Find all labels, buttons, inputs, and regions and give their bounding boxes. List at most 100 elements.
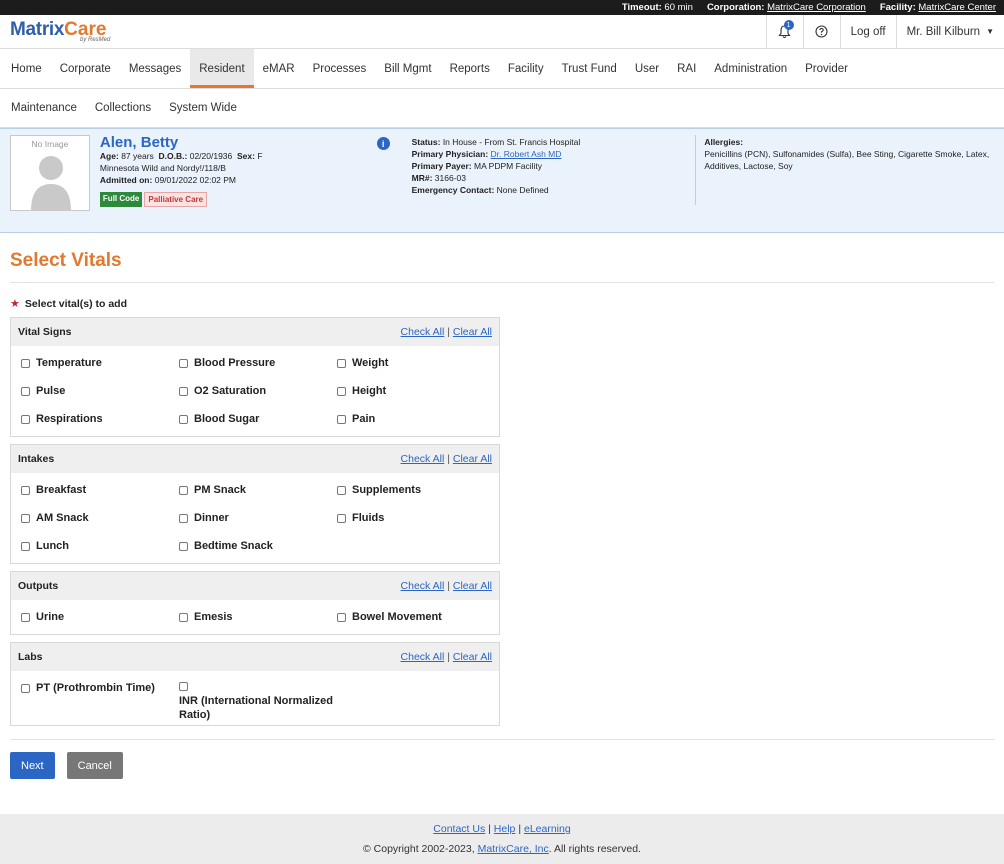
check-all-link[interactable]: Check All [401, 453, 445, 465]
checkbox-label: Temperature [36, 357, 102, 369]
checkbox-dinner[interactable]: Dinner [179, 504, 337, 532]
nav-row-primary: Home Corporate Messages Resident eMAR Process… [0, 49, 1004, 88]
checkbox-box[interactable] [337, 386, 346, 396]
checkbox-pain[interactable]: Pain [337, 405, 495, 433]
checkbox-box[interactable] [21, 541, 30, 551]
checkbox-breakfast[interactable]: Breakfast [21, 476, 179, 504]
matrixcare-logo[interactable]: MatrixCare by ResMed [0, 20, 200, 43]
nav-item-processes[interactable]: Processes [304, 49, 376, 88]
checkbox-box[interactable] [21, 386, 30, 396]
nav-item-reports[interactable]: Reports [441, 49, 499, 88]
next-button[interactable]: Next [10, 752, 55, 779]
app-header: MatrixCare by ResMed 1 Log off Mr. Bill … [0, 15, 1004, 49]
checkbox-blood-sugar[interactable]: Blood Sugar [179, 405, 337, 433]
info-icon[interactable]: i [376, 137, 390, 150]
checkbox-supplements[interactable]: Supplements [337, 476, 495, 504]
nav-item-emar[interactable]: eMAR [254, 49, 304, 88]
checkbox-height[interactable]: Height [337, 377, 495, 405]
nav-item-user[interactable]: User [626, 49, 668, 88]
checkbox-lunch[interactable]: Lunch [21, 532, 179, 560]
allergies-list: Penicillins (PCN), Sulfonamides (Sulfa),… [704, 149, 990, 171]
checkbox-box[interactable] [337, 358, 346, 368]
checkbox-pm-snack[interactable]: PM Snack [179, 476, 337, 504]
checkbox-box[interactable] [179, 414, 188, 424]
checkbox-box[interactable] [21, 414, 30, 424]
help-button[interactable] [802, 15, 840, 48]
checkbox-box[interactable] [179, 682, 188, 691]
nav-item-home[interactable]: Home [2, 49, 51, 88]
nav-item-corporate[interactable]: Corporate [51, 49, 120, 88]
checkbox-box[interactable] [179, 485, 188, 495]
main-navigation: Home Corporate Messages Resident eMAR Process… [0, 49, 1004, 128]
nav-item-rai[interactable]: RAI [668, 49, 705, 88]
checkbox-box[interactable] [179, 541, 188, 551]
nav-item-system-wide[interactable]: System Wide [160, 89, 246, 127]
checkbox-box[interactable] [337, 513, 346, 523]
group-title: Outputs [18, 580, 59, 592]
checkbox-box[interactable] [337, 414, 346, 424]
checkbox-label: PT (Prothrombin Time) [36, 682, 155, 694]
facility-link[interactable]: MatrixCare Center [918, 2, 996, 13]
checkbox-urine[interactable]: Urine [21, 603, 179, 631]
clear-all-link[interactable]: Clear All [453, 326, 492, 338]
checkbox-box[interactable] [21, 358, 30, 368]
code-status-badge: Full Code [99, 192, 143, 207]
nav-item-collections[interactable]: Collections [86, 89, 160, 127]
checkbox-label: Pain [352, 413, 376, 425]
corporation-link[interactable]: MatrixCare Corporation [767, 2, 866, 13]
checkbox-pulse[interactable]: Pulse [21, 377, 179, 405]
checkbox-am-snack[interactable]: AM Snack [21, 504, 179, 532]
notifications-button[interactable]: 1 [765, 15, 803, 48]
nav-item-maintenance[interactable]: Maintenance [2, 89, 86, 127]
checkbox-o2-saturation[interactable]: O2 Saturation [179, 377, 337, 405]
clear-all-link[interactable]: Clear All [453, 580, 492, 592]
logoff-button[interactable]: Log off [839, 15, 896, 48]
checkbox-bedtime-snack[interactable]: Bedtime Snack [179, 532, 337, 560]
care-status-badge: Palliative Care [144, 192, 208, 207]
checkbox-pt-prothrombin-time[interactable]: PT (Prothrombin Time) [21, 674, 179, 702]
checkbox-box[interactable] [179, 386, 188, 396]
checkbox-box[interactable] [179, 358, 188, 368]
nav-item-messages[interactable]: Messages [120, 49, 190, 88]
checkbox-box[interactable] [179, 513, 188, 523]
nav-item-provider[interactable]: Provider [796, 49, 857, 88]
checkbox-box[interactable] [337, 612, 346, 622]
primary-physician-link[interactable]: Dr. Robert Ash MD [491, 149, 562, 159]
checkbox-weight[interactable]: Weight [337, 349, 495, 377]
cancel-button[interactable]: Cancel [66, 752, 123, 779]
clear-all-link[interactable]: Clear All [453, 453, 492, 465]
check-all-link[interactable]: Check All [401, 580, 445, 592]
resident-name[interactable]: Alen, Betty [100, 135, 370, 150]
checkbox-box[interactable] [21, 485, 30, 495]
company-link[interactable]: MatrixCare, Inc [478, 843, 549, 855]
checkbox-box[interactable] [337, 485, 346, 495]
nav-item-resident[interactable]: Resident [190, 49, 255, 88]
elearning-link[interactable]: eLearning [524, 823, 571, 835]
checkbox-temperature[interactable]: Temperature [21, 349, 179, 377]
nav-item-bill-mgmt[interactable]: Bill Mgmt [375, 49, 440, 88]
group-actions: Check All | Clear All [400, 651, 492, 663]
checkbox-fluids[interactable]: Fluids [337, 504, 495, 532]
checkbox-box[interactable] [21, 612, 30, 622]
nav-item-administration[interactable]: Administration [705, 49, 796, 88]
checkbox-blood-pressure[interactable]: Blood Pressure [179, 349, 337, 377]
checkbox-box[interactable] [21, 683, 30, 693]
help-link[interactable]: Help [494, 823, 516, 835]
notification-badge: 1 [783, 20, 794, 30]
check-all-link[interactable]: Check All [401, 651, 445, 663]
nav-item-facility[interactable]: Facility [499, 49, 553, 88]
contact-us-link[interactable]: Contact Us [433, 823, 485, 835]
checkbox-box[interactable] [179, 612, 188, 622]
checkbox-respirations[interactable]: Respirations [21, 405, 179, 433]
checkbox-inr-international-normalized-ratio[interactable]: INR (International Normalized Ratio) [179, 674, 337, 722]
clear-all-link[interactable]: Clear All [453, 651, 492, 663]
nav-item-trust-fund[interactable]: Trust Fund [553, 49, 626, 88]
user-menu[interactable]: Mr. Bill Kilburn ▼ [895, 15, 1004, 48]
checkbox-bowel-movement[interactable]: Bowel Movement [337, 603, 495, 631]
check-all-link[interactable]: Check All [401, 326, 445, 338]
timeout-info: Timeout: 60 min [621, 2, 693, 13]
group-actions: Check All | Clear All [400, 580, 492, 592]
checkbox-box[interactable] [21, 513, 30, 523]
main-content: Select Vitals ★ Select vital(s) to add V… [0, 233, 1004, 791]
checkbox-emesis[interactable]: Emesis [179, 603, 337, 631]
